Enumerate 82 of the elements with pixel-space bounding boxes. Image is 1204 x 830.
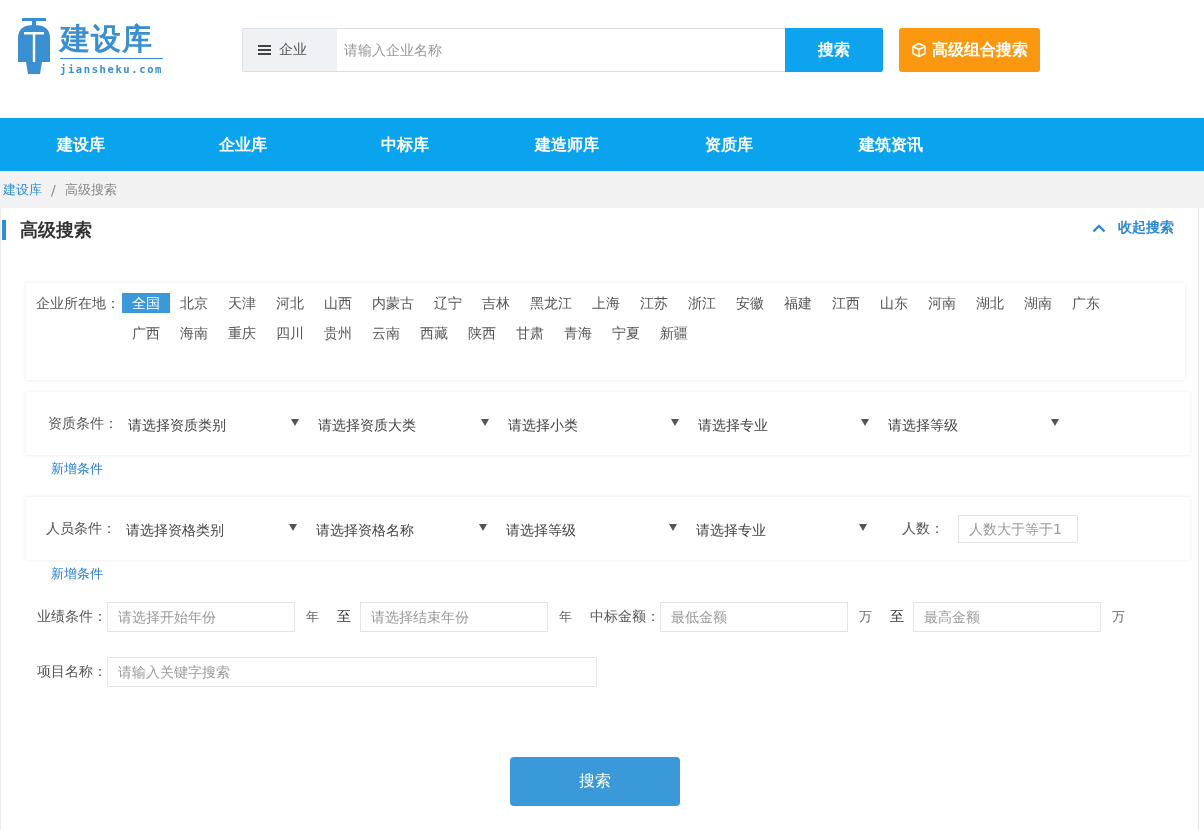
dropdown[interactable]: 请选择等级 xyxy=(880,411,1070,440)
region-option[interactable]: 四川 xyxy=(266,323,314,343)
logo-icon xyxy=(16,18,52,74)
dropdown[interactable]: 请选择资格类别 xyxy=(118,516,308,545)
caret-icon xyxy=(671,419,679,426)
region-option[interactable]: 北京 xyxy=(170,293,218,313)
cube-icon xyxy=(911,42,927,58)
input-field[interactable]: 最高金额 xyxy=(913,602,1101,632)
caret-icon xyxy=(859,524,867,531)
region-option[interactable]: 重庆 xyxy=(218,323,266,343)
caret-icon xyxy=(1051,419,1059,426)
caret-icon xyxy=(479,524,487,531)
filter-label: 人数： xyxy=(902,519,944,538)
region-option[interactable]: 山东 xyxy=(870,293,918,313)
search-input[interactable]: 请输入企业名称 xyxy=(337,28,785,72)
dropdown[interactable]: 请选择资格名称 xyxy=(308,516,498,545)
region-option[interactable]: 新疆 xyxy=(650,323,698,343)
chevron-up-icon xyxy=(1092,223,1106,233)
breadcrumb-current: 高级搜索 xyxy=(64,180,117,199)
region-option[interactable]: 内蒙古 xyxy=(362,293,424,313)
unit-label: 年 xyxy=(559,608,572,626)
count-input[interactable]: 人数大于等于1 xyxy=(958,514,1078,543)
caret-icon xyxy=(291,419,299,426)
dropdown[interactable]: 请选择专业 xyxy=(688,516,878,545)
breadcrumb-separator: / xyxy=(51,181,56,198)
dropdown[interactable]: 请选择等级 xyxy=(498,516,688,545)
region-option[interactable]: 山西 xyxy=(314,293,362,313)
logo-domain: jiansheku.com xyxy=(60,62,163,77)
input-field[interactable]: 最低金额 xyxy=(660,602,848,632)
dropdown[interactable]: 请选择专业 xyxy=(690,411,880,440)
filter-label: 人员条件： xyxy=(46,519,117,538)
region-option[interactable]: 江西 xyxy=(822,293,870,313)
region-option[interactable]: 广东 xyxy=(1062,293,1110,313)
region-option[interactable]: 陕西 xyxy=(458,323,506,343)
region-option[interactable]: 湖南 xyxy=(1014,293,1062,313)
region-option[interactable]: 甘肃 xyxy=(506,323,554,343)
region-option[interactable]: 河南 xyxy=(918,293,966,313)
logo-title: 建设库 xyxy=(60,20,163,59)
filter-label: 项目名称： xyxy=(37,663,107,681)
region-option[interactable]: 青海 xyxy=(554,323,602,343)
region-option[interactable]: 西藏 xyxy=(410,323,458,343)
caret-icon xyxy=(669,524,677,531)
region-option[interactable]: 海南 xyxy=(170,323,218,343)
region-option[interactable]: 河北 xyxy=(266,293,314,313)
unit-label: 万 xyxy=(1112,608,1125,626)
region-option[interactable]: 吉林 xyxy=(472,293,520,313)
input-field[interactable]: 请选择结束年份 xyxy=(360,602,548,632)
dropdown[interactable]: 请选择资质大类 xyxy=(310,411,500,440)
region-option[interactable]: 浙江 xyxy=(678,293,726,313)
dropdown[interactable]: 请选择资质类别 xyxy=(120,411,310,440)
region-option[interactable]: 湖北 xyxy=(966,293,1014,313)
region-option[interactable]: 天津 xyxy=(218,293,266,313)
region-option[interactable]: 江苏 xyxy=(630,293,678,313)
region-option[interactable]: 广西 xyxy=(122,323,170,343)
range-separator: 至 xyxy=(337,608,351,626)
filter-label: 中标金额： xyxy=(590,608,660,626)
region-option[interactable]: 黑龙江 xyxy=(520,293,582,313)
caret-icon xyxy=(289,524,297,531)
region-option[interactable]: 安徽 xyxy=(726,293,774,313)
region-option[interactable]: 福建 xyxy=(774,293,822,313)
collapse-search-link[interactable]: 收起搜索 xyxy=(1092,219,1174,237)
category-select[interactable]: 企业 xyxy=(242,28,337,72)
keyword-input[interactable]: 请输入关键字搜索 xyxy=(107,657,597,687)
unit-label: 万 xyxy=(859,608,872,626)
section-title: 高级搜索 xyxy=(2,220,92,240)
add-condition-link[interactable]: 新增条件 xyxy=(51,455,103,483)
input-field[interactable]: 请选择开始年份 xyxy=(107,602,295,632)
caret-icon xyxy=(481,419,489,426)
region-option[interactable]: 云南 xyxy=(362,323,410,343)
filter-label: 企业所在地： xyxy=(36,294,121,313)
add-condition-link[interactable]: 新增条件 xyxy=(51,560,103,588)
range-separator: 至 xyxy=(890,608,904,626)
menu-icon xyxy=(258,45,271,55)
region-option[interactable]: 贵州 xyxy=(314,323,362,343)
filter-label: 资质条件： xyxy=(48,414,119,433)
filter-label: 业绩条件： xyxy=(37,608,107,626)
caret-icon xyxy=(861,419,869,426)
unit-label: 年 xyxy=(306,608,319,626)
region-option[interactable]: 辽宁 xyxy=(424,293,472,313)
region-option[interactable]: 宁夏 xyxy=(602,323,650,343)
dropdown[interactable]: 请选择小类 xyxy=(500,411,690,440)
region-option[interactable]: 上海 xyxy=(582,293,630,313)
